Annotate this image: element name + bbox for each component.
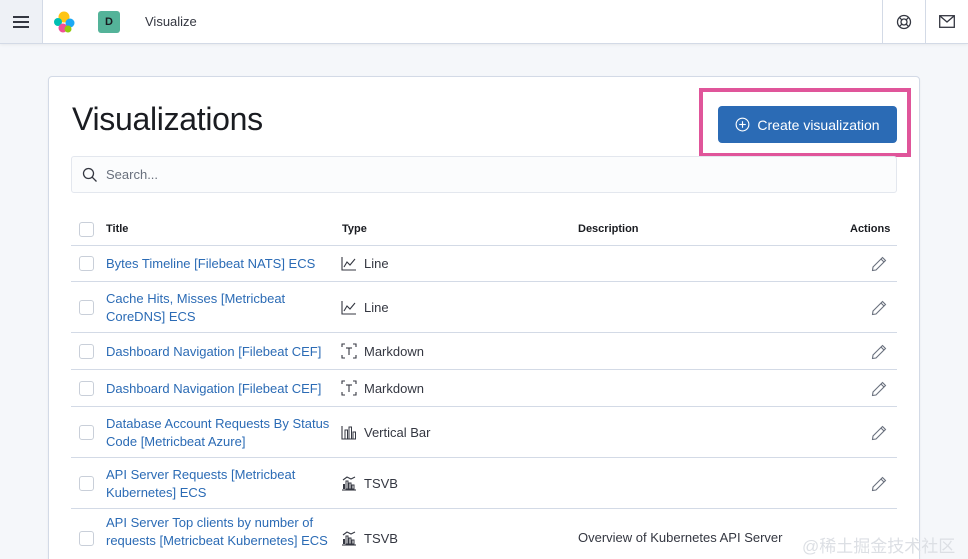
search-bar (71, 156, 897, 193)
markdown-icon (341, 343, 357, 359)
table-header: Title Type Description Actions (71, 212, 897, 246)
table-row: Cache Hits, Misses [Metricbeat CoreDNS] … (71, 282, 897, 333)
type-cell: Markdown (341, 343, 424, 359)
watermark: @稀土掘金技术社区 (802, 537, 956, 556)
help-icon (896, 14, 912, 29)
table-row: Dashboard Navigation [Filebeat CEF] Markd… (71, 333, 897, 370)
type-label: Markdown (364, 380, 424, 396)
type-cell: Vertical Bar (341, 424, 430, 440)
edit-icon[interactable] (871, 476, 887, 492)
column-header-description: Description (578, 223, 639, 235)
type-cell: TSVB (341, 530, 398, 546)
type-cell: Line (341, 255, 389, 271)
visualization-title-link[interactable]: API Server Top clients by number of requ… (106, 514, 331, 550)
type-label: TSVB (364, 530, 398, 546)
visualization-title-link[interactable]: Dashboard Navigation [Filebeat CEF] (106, 343, 331, 361)
search-icon (82, 167, 97, 182)
visualization-title-link[interactable]: Bytes Timeline [Filebeat NATS] ECS (106, 255, 331, 273)
edit-icon[interactable] (871, 381, 887, 397)
column-header-type[interactable]: Type (342, 223, 367, 235)
type-label: Vertical Bar (364, 424, 431, 440)
mail-icon (939, 15, 955, 28)
row-checkbox[interactable] (79, 381, 94, 396)
page-title: Visualizations (72, 101, 263, 137)
visualization-title-link[interactable]: Dashboard Navigation [Filebeat CEF] (106, 380, 331, 398)
menu-icon (13, 15, 29, 28)
space-avatar[interactable]: D (98, 11, 120, 33)
type-label: Line (364, 299, 389, 315)
table-row: Bytes Timeline [Filebeat NATS] ECS Line (71, 246, 897, 282)
plus-circle-icon (735, 117, 750, 132)
elastic-logo[interactable] (51, 9, 77, 35)
visualization-title-link[interactable]: API Server Requests [Metricbeat Kubernet… (106, 466, 331, 502)
column-header-actions: Actions (850, 223, 891, 235)
type-label: Markdown (364, 343, 424, 359)
newsfeed-button[interactable] (925, 0, 968, 43)
edit-icon[interactable] (871, 344, 887, 360)
edit-icon[interactable] (871, 300, 887, 316)
visualization-title-link[interactable]: Database Account Requests By Status Code… (106, 415, 331, 451)
type-cell: TSVB (341, 475, 398, 491)
row-checkbox[interactable] (79, 425, 94, 440)
row-checkbox[interactable] (79, 256, 94, 271)
tsvb-icon (341, 530, 357, 546)
breadcrumb-app-title: Visualize (145, 14, 197, 29)
select-all-checkbox[interactable] (79, 222, 94, 237)
table-row: Dashboard Navigation [Filebeat CEF] Markd… (71, 370, 897, 407)
column-header-title[interactable]: Title (106, 223, 128, 235)
table-row: Database Account Requests By Status Code… (71, 407, 897, 458)
row-checkbox[interactable] (79, 531, 94, 546)
table-row: API Server Requests [Metricbeat Kubernet… (71, 458, 897, 509)
top-nav-bar: D Visualize (0, 0, 968, 44)
markdown-icon (341, 380, 357, 396)
bar-chart-icon (341, 424, 357, 440)
type-label: TSVB (364, 475, 398, 491)
help-button[interactable] (882, 0, 925, 43)
search-input[interactable] (106, 157, 886, 192)
row-checkbox[interactable] (79, 300, 94, 315)
line-chart-icon (341, 255, 357, 271)
type-cell: Line (341, 299, 389, 315)
edit-icon[interactable] (871, 256, 887, 272)
description-cell: Overview of Kubernetes API Server (578, 530, 783, 545)
create-visualization-button[interactable]: Create visualization (718, 106, 897, 143)
create-button-label: Create visualization (757, 116, 880, 133)
row-checkbox[interactable] (79, 476, 94, 491)
edit-icon[interactable] (871, 425, 887, 441)
type-label: Line (364, 255, 389, 271)
tsvb-icon (341, 475, 357, 491)
menu-toggle-button[interactable] (0, 0, 43, 43)
row-checkbox[interactable] (79, 344, 94, 359)
line-chart-icon (341, 299, 357, 315)
visualization-title-link[interactable]: Cache Hits, Misses [Metricbeat CoreDNS] … (106, 290, 331, 326)
table-row: API Server Top clients by number of requ… (71, 509, 897, 559)
visualizations-table: Title Type Description Actions Bytes Tim… (71, 212, 897, 559)
type-cell: Markdown (341, 380, 424, 396)
